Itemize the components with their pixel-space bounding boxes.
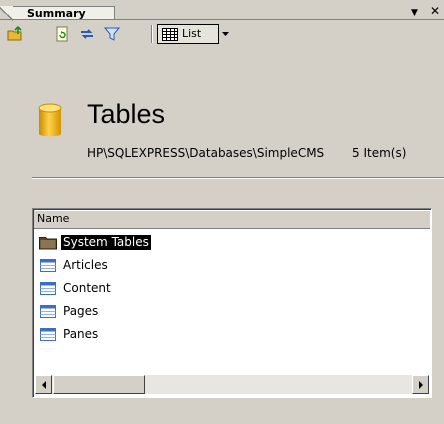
table-icon: [40, 259, 56, 272]
table-icon: [40, 282, 56, 295]
view-dropdown-icon[interactable]: [221, 29, 230, 38]
list-item[interactable]: System Tables: [39, 232, 429, 255]
column-header-label: Name: [37, 212, 70, 225]
header-divider: [32, 177, 444, 179]
chevron-down-icon[interactable]: ▼: [411, 6, 418, 20]
list-item-label: Articles: [63, 258, 108, 272]
refresh-icon[interactable]: [54, 26, 70, 42]
page-title: Tables: [87, 99, 166, 129]
list-item[interactable]: Articles: [39, 255, 429, 278]
arrow-right-icon: [419, 381, 423, 389]
toolbar: List: [0, 20, 444, 46]
list-rows: System Tables Articles Content Pages Pan…: [39, 232, 429, 347]
tab-strip: Summary ▼ ✕: [0, 0, 444, 21]
scroll-left-button[interactable]: [35, 375, 52, 394]
list-item-label: Pages: [63, 304, 99, 318]
arrow-left-icon: [42, 381, 46, 389]
sync-icon[interactable]: [79, 26, 95, 42]
list-item-label: Content: [63, 281, 111, 295]
folder-icon: [39, 237, 57, 250]
list-view-icon: [162, 28, 178, 41]
table-icon: [40, 305, 56, 318]
tab-summary[interactable]: Summary: [0, 6, 115, 21]
list-item[interactable]: Pages: [39, 301, 429, 324]
database-path: HP\SQLEXPRESS\Databases\SimpleCMS: [87, 146, 325, 160]
column-header-name[interactable]: Name: [34, 210, 430, 229]
database-icon: [38, 103, 62, 137]
scroll-right-button[interactable]: [412, 375, 429, 394]
item-count: 5 Item(s): [352, 146, 407, 160]
tables-list-view[interactable]: Name System Tables Articles Content Page…: [32, 208, 432, 398]
list-item-label: Panes: [63, 327, 99, 341]
filter-icon[interactable]: [104, 26, 120, 42]
list-item[interactable]: Content: [39, 278, 429, 301]
view-mode-label: List: [182, 27, 202, 40]
scrollbar-thumb[interactable]: [53, 375, 145, 394]
toolbar-separator: [151, 25, 153, 43]
close-icon[interactable]: ✕: [430, 4, 440, 18]
view-mode-button[interactable]: List: [157, 24, 219, 44]
horizontal-scrollbar[interactable]: [35, 375, 429, 394]
list-item[interactable]: Panes: [39, 324, 429, 347]
table-icon: [40, 328, 56, 341]
up-folder-icon[interactable]: [7, 26, 23, 42]
list-item-label: System Tables: [61, 235, 151, 250]
